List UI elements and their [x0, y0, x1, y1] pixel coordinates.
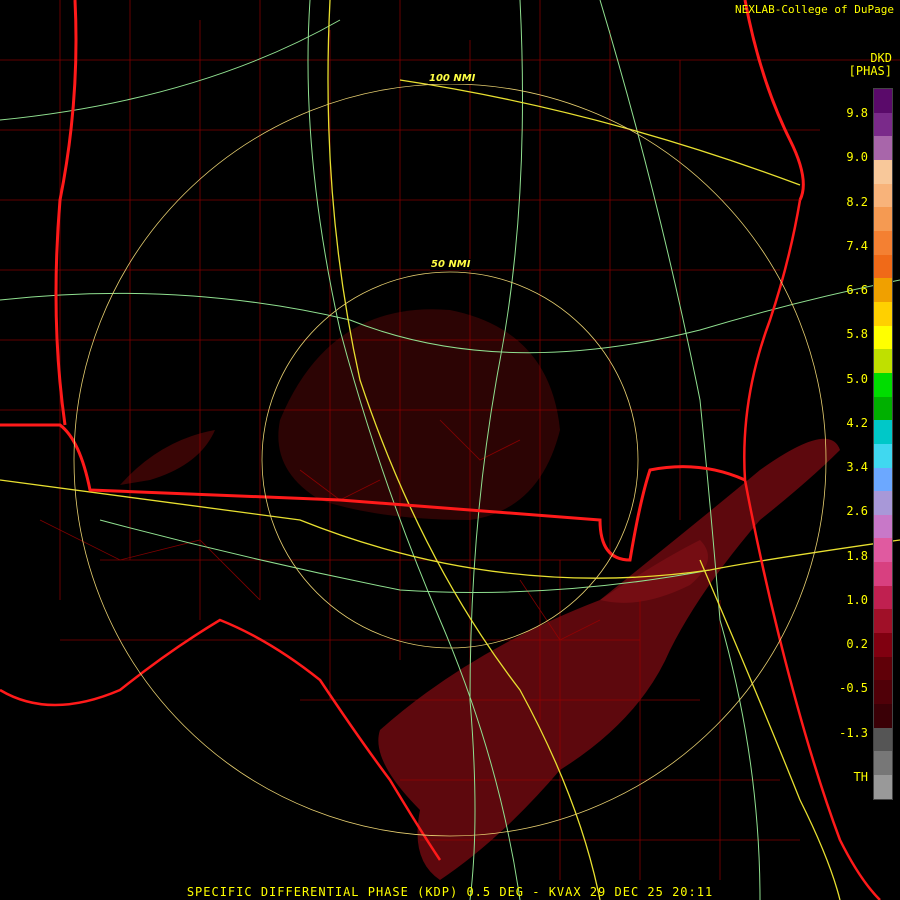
color-scale-tick-label: 1.8: [846, 548, 868, 563]
color-swatch: [874, 89, 892, 113]
color-scale-tick-label: 8.2: [846, 194, 868, 209]
color-swatch: [874, 136, 892, 160]
color-scale-tick-label: TH: [853, 769, 868, 784]
color-swatch: [874, 183, 892, 208]
color-swatch: [874, 325, 892, 350]
color-swatch: [874, 443, 892, 468]
color-swatch: [874, 704, 892, 728]
color-swatch: [874, 656, 892, 681]
color-scale-tick-label: 6.6: [846, 283, 868, 297]
color-scale-tick-label: 4.2: [846, 415, 868, 430]
color-swatch: [874, 159, 892, 184]
legend-unit-line2: [PHAS]: [848, 64, 892, 78]
color-swatch: [874, 538, 892, 563]
credit-text: NEXLAB-College of DuPage: [735, 3, 894, 16]
color-scale-tick-label: 5.8: [846, 327, 868, 342]
radar-map: [0, 0, 900, 900]
color-scale-tick-label: 7.4: [846, 238, 868, 253]
color-swatch: [874, 609, 892, 634]
color-swatch: [874, 372, 892, 397]
color-swatch: [874, 467, 892, 492]
color-swatch: [874, 112, 892, 137]
color-swatch: [874, 775, 892, 799]
color-swatch: [874, 727, 892, 752]
color-swatch: [874, 230, 892, 255]
color-swatch: [874, 585, 892, 610]
color-scale-tick-label: -1.3: [839, 725, 868, 740]
color-scale-tick-label: 2.6: [846, 504, 868, 519]
color-swatch: [874, 491, 892, 515]
color-scale-tick-label: 9.0: [846, 150, 868, 165]
color-scale-tick-label: -0.5: [839, 681, 868, 696]
color-swatch: [874, 420, 892, 444]
color-swatch: [874, 562, 892, 586]
color-swatch: [874, 254, 892, 279]
color-swatch: [874, 680, 892, 705]
color-scale-tick-label: 3.4: [846, 460, 868, 474]
product-footer: SPECIFIC DIFFERENTIAL PHASE (KDP) 0.5 DE…: [186, 885, 714, 899]
color-swatch: [874, 751, 892, 776]
color-scale-bar: [873, 88, 893, 800]
color-swatch: [874, 301, 892, 326]
color-swatch: [874, 349, 892, 373]
ring-label-outer: 100 NMI: [428, 73, 477, 84]
color-scale-tick-label: 9.8: [846, 106, 868, 120]
color-scale-tick-label: 5.0: [846, 371, 868, 386]
color-swatch: [874, 514, 892, 539]
color-swatch: [874, 207, 892, 231]
color-swatch: [874, 633, 892, 657]
legend-unit: DKD [PHAS]: [849, 52, 892, 78]
ring-label-inner: 50 NMI: [430, 259, 472, 270]
color-swatch: [874, 278, 892, 302]
color-scale-tick-label: 1.0: [846, 592, 868, 607]
color-scale-tick-label: 0.2: [846, 637, 868, 651]
color-swatch: [874, 396, 892, 421]
